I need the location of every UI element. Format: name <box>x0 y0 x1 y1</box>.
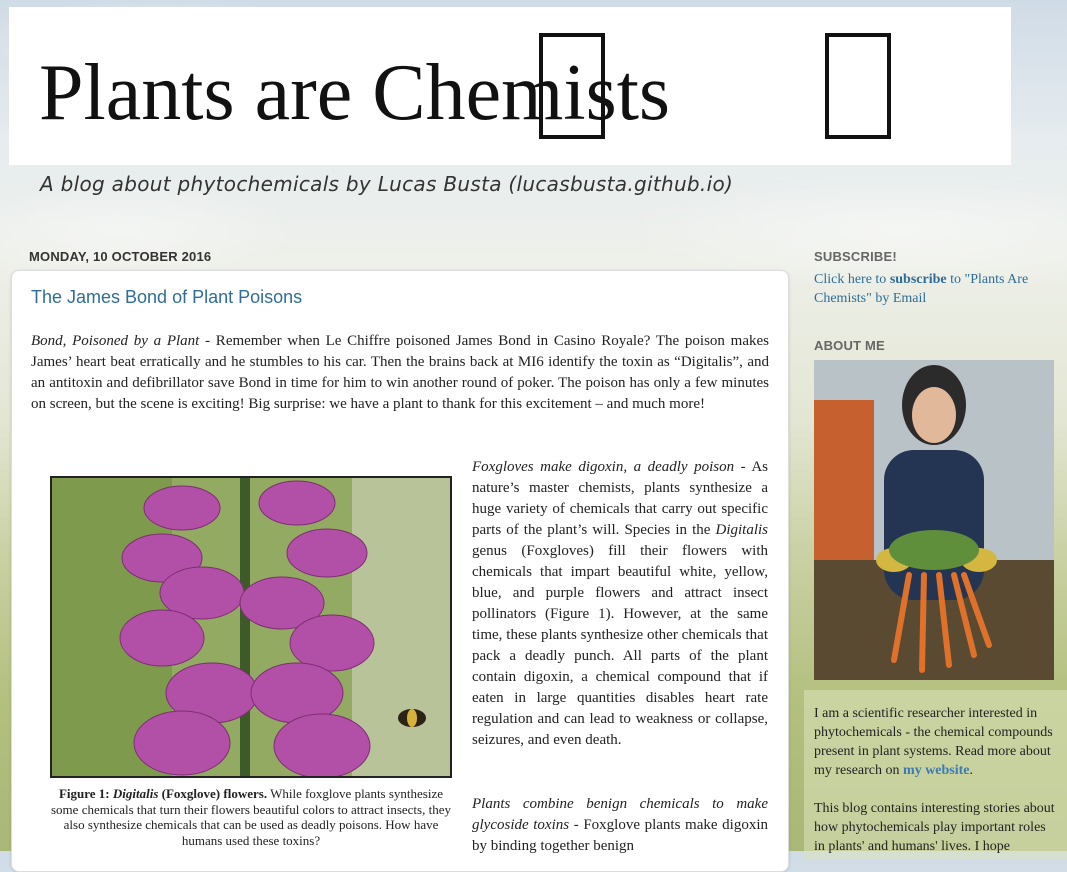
post-section-2: Plants combine benign chemicals to make … <box>472 796 768 854</box>
profile-photo <box>814 360 1054 680</box>
post-section-1: Foxgloves make digoxin, a deadly poison … <box>472 459 768 748</box>
blog-title-text: Plants are Chemists <box>39 49 670 137</box>
subscribe-link[interactable]: Click here to subscribe to "Plants Are C… <box>814 270 1054 308</box>
figure-label: Figure 1: <box>58 786 113 801</box>
author-photo-image <box>814 360 1054 680</box>
figure-name: (Foxglove) flowers. <box>158 786 268 801</box>
section1-lead: Foxgloves make digoxin, a deadly poison <box>472 459 735 475</box>
blog-title-logo: Plants are Chemists <box>39 33 891 139</box>
intro-lead: Bond, Poisoned by a Plant <box>31 333 200 349</box>
blog-header-banner[interactable]: Plants are Chemists <box>9 7 1011 165</box>
foxglove-photo[interactable] <box>50 476 452 778</box>
about-text-2: This blog contains interesting stories a… <box>814 801 1055 854</box>
post-title-link[interactable]: The James Bond of Plant Poisons <box>31 287 302 308</box>
post-card: The James Bond of Plant Poisons Bond, Po… <box>11 270 789 872</box>
my-website-link[interactable]: my website <box>903 763 970 778</box>
blog-tagline: A blog about phytochemicals by Lucas Bus… <box>40 172 734 196</box>
figure-genus: Digitalis <box>112 786 159 801</box>
box-t <box>825 33 891 139</box>
post-intro: Bond, Poisoned by a Plant - Remember whe… <box>31 331 769 415</box>
post-date: MONDAY, 10 OCTOBER 2016 <box>29 249 212 264</box>
figure-caption: Figure 1: Digitalis (Foxglove) flowers. … <box>50 786 452 848</box>
foxglove-flowers-image <box>52 478 450 776</box>
about-text: I am a scientific researcher interested … <box>814 706 1053 778</box>
about-me-heading: ABOUT ME <box>814 338 885 353</box>
subscribe-heading: SUBSCRIBE! <box>814 249 897 264</box>
